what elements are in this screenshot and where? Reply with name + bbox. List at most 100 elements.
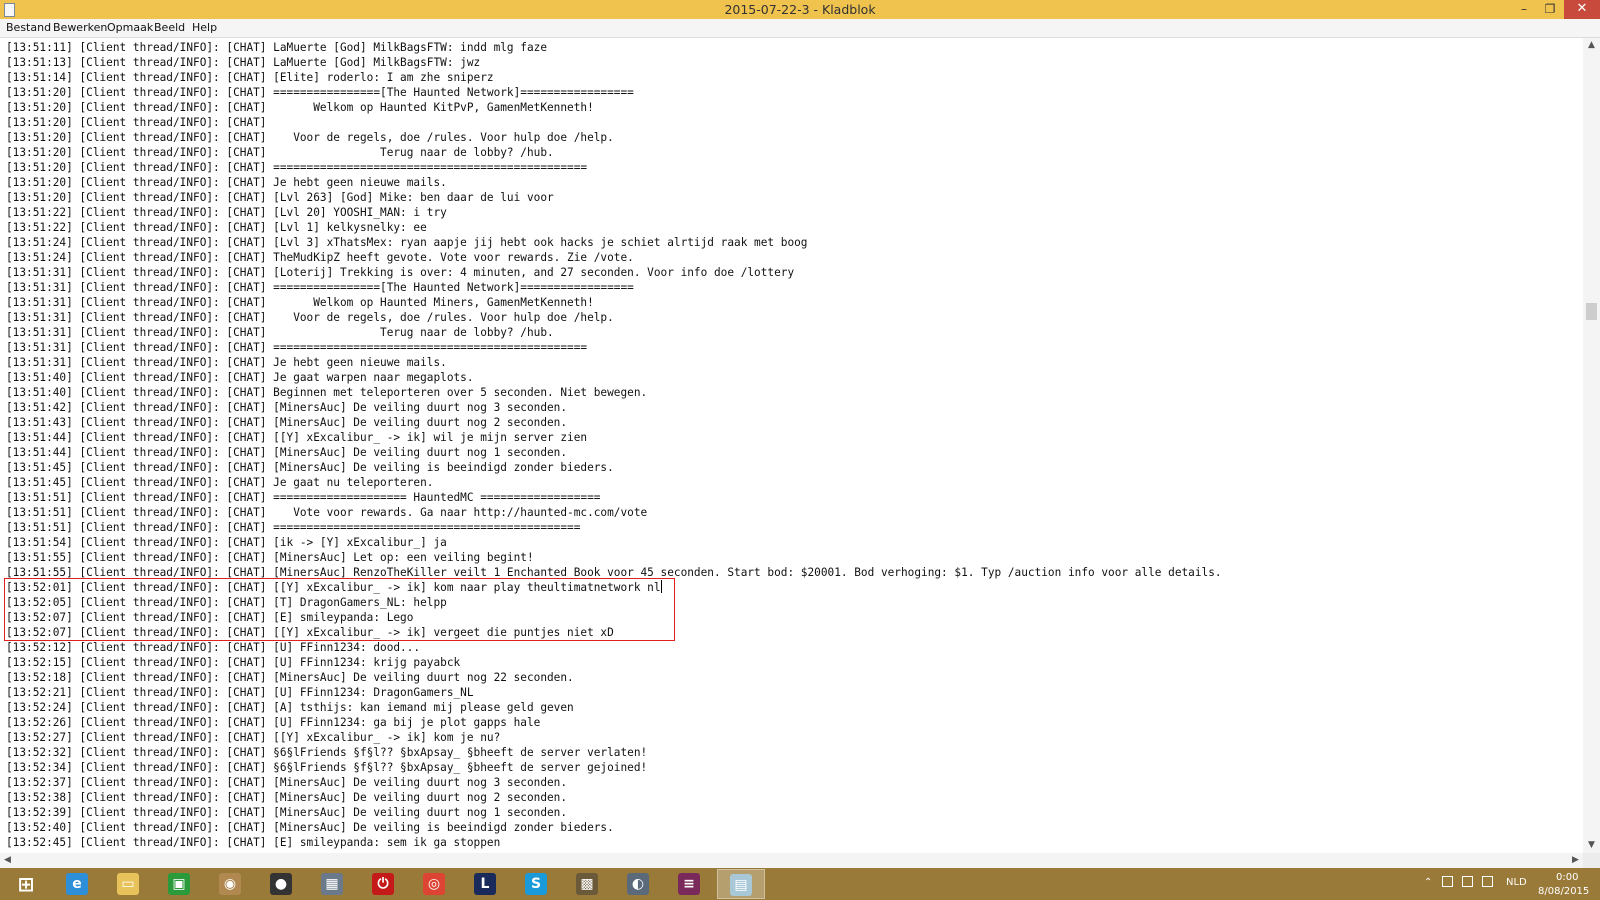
menu-bestand[interactable]: Bestand <box>6 21 51 34</box>
taskbar-chrome-button[interactable]: ◎ <box>411 869 459 899</box>
taskbar-app-6-button[interactable]: ● <box>258 869 306 899</box>
highlight-annotation <box>4 578 675 641</box>
text-line[interactable]: [13:51:13] [Client thread/INFO]: [CHAT] … <box>6 55 480 70</box>
text-line[interactable]: [13:51:20] [Client thread/INFO]: [CHAT] … <box>6 145 554 160</box>
app-6-icon: ● <box>270 873 292 895</box>
text-line[interactable]: [13:52:37] [Client thread/INFO]: [CHAT] … <box>6 775 567 790</box>
text-line[interactable]: [13:51:51] [Client thread/INFO]: [CHAT] … <box>6 520 580 535</box>
app-5-icon: ◉ <box>219 873 241 895</box>
text-line[interactable]: [13:51:44] [Client thread/INFO]: [CHAT] … <box>6 430 587 445</box>
volume-icon[interactable] <box>1482 876 1493 887</box>
scrollbar-corner <box>1583 853 1600 868</box>
menu-help[interactable]: Help <box>192 21 217 34</box>
vertical-scroll-thumb[interactable] <box>1586 303 1597 320</box>
taskbar-app-7-button[interactable]: ▦ <box>309 869 357 899</box>
text-line[interactable]: [13:52:45] [Client thread/INFO]: [CHAT] … <box>6 835 500 850</box>
text-line[interactable]: [13:51:20] [Client thread/INFO]: [CHAT] … <box>6 160 587 175</box>
text-line[interactable]: [13:52:24] [Client thread/INFO]: [CHAT] … <box>6 700 574 715</box>
text-line[interactable]: [13:52:34] [Client thread/INFO]: [CHAT] … <box>6 760 647 775</box>
text-line[interactable]: [13:51:54] [Client thread/INFO]: [CHAT] … <box>6 535 447 550</box>
text-line[interactable]: [13:51:24] [Client thread/INFO]: [CHAT] … <box>6 250 634 265</box>
text-line[interactable]: [13:51:45] [Client thread/INFO]: [CHAT] … <box>6 475 433 490</box>
window-title: 2015-07-22-3 - Kladblok <box>724 2 876 17</box>
scroll-left-arrow-icon[interactable]: ◀ <box>0 853 15 868</box>
taskbar-start-button[interactable]: ⊞ <box>3 869 51 899</box>
text-editor[interactable]: [13:51:11] [Client thread/INFO]: [CHAT] … <box>0 38 1583 853</box>
vertical-scrollbar[interactable]: ▲ ▼ <box>1583 38 1600 853</box>
scroll-right-arrow-icon[interactable]: ▶ <box>1568 853 1583 868</box>
title-bar[interactable]: 2015-07-22-3 - Kladblok – ❐ ✕ <box>0 0 1600 19</box>
text-line[interactable]: [13:51:31] [Client thread/INFO]: [CHAT] … <box>6 340 587 355</box>
tray-expand-icon[interactable]: ⌃ <box>1424 877 1432 888</box>
taskbar-internet-explorer-button[interactable]: e <box>54 869 102 899</box>
taskbar-minecraft-button[interactable]: ▩ <box>564 869 612 899</box>
network-icon[interactable] <box>1462 876 1473 887</box>
taskbar-file-explorer-button[interactable]: ▭ <box>105 869 153 899</box>
text-line[interactable]: [13:52:39] [Client thread/INFO]: [CHAT] … <box>6 805 567 820</box>
text-line[interactable]: [13:51:44] [Client thread/INFO]: [CHAT] … <box>6 445 567 460</box>
taskbar-league-of-legends-button[interactable]: L <box>462 869 510 899</box>
taskbar-app-5-button[interactable]: ◉ <box>207 869 255 899</box>
clock-date[interactable]: 8/08/2015 <box>1538 886 1589 897</box>
close-button[interactable]: ✕ <box>1564 0 1600 19</box>
app-13-icon: ◐ <box>627 873 649 895</box>
menu-opmaak[interactable]: Opmaak <box>107 21 153 34</box>
text-line[interactable]: [13:51:55] [Client thread/INFO]: [CHAT] … <box>6 550 534 565</box>
text-line[interactable]: [13:51:31] [Client thread/INFO]: [CHAT] … <box>6 310 614 325</box>
text-line[interactable]: [13:51:11] [Client thread/INFO]: [CHAT] … <box>6 40 547 55</box>
league-of-legends-icon: L <box>474 873 496 895</box>
text-line[interactable]: [13:52:21] [Client thread/INFO]: [CHAT] … <box>6 685 474 700</box>
text-line[interactable]: [13:51:31] [Client thread/INFO]: [CHAT] … <box>6 325 554 340</box>
taskbar-app-13-button[interactable]: ◐ <box>615 869 663 899</box>
text-line[interactable]: [13:51:51] [Client thread/INFO]: [CHAT] … <box>6 490 600 505</box>
horizontal-scrollbar[interactable]: ◀ ▶ <box>0 853 1583 868</box>
text-line[interactable]: [13:51:31] [Client thread/INFO]: [CHAT] … <box>6 295 594 310</box>
action-center-flag-icon[interactable] <box>1442 876 1453 887</box>
text-line[interactable]: [13:51:43] [Client thread/INFO]: [CHAT] … <box>6 415 567 430</box>
internet-explorer-icon: e <box>66 873 88 895</box>
text-line[interactable]: [13:51:20] [Client thread/INFO]: [CHAT] <box>6 115 266 130</box>
text-line[interactable]: [13:51:20] [Client thread/INFO]: [CHAT] … <box>6 130 614 145</box>
text-line[interactable]: [13:51:42] [Client thread/INFO]: [CHAT] … <box>6 400 567 415</box>
taskbar-skype-button[interactable]: S <box>513 869 561 899</box>
text-line[interactable]: [13:52:12] [Client thread/INFO]: [CHAT] … <box>6 640 420 655</box>
text-line[interactable]: [13:52:26] [Client thread/INFO]: [CHAT] … <box>6 715 540 730</box>
text-caret <box>661 580 662 593</box>
clock-time[interactable]: 0:00 <box>1556 872 1578 883</box>
taskbar-power-button[interactable]: ⏻ <box>360 869 408 899</box>
taskbar-winrar-button[interactable]: ≡ <box>666 869 714 899</box>
text-line[interactable]: [13:52:18] [Client thread/INFO]: [CHAT] … <box>6 670 574 685</box>
text-line[interactable]: [13:51:20] [Client thread/INFO]: [CHAT] … <box>6 190 554 205</box>
text-line[interactable]: [13:52:40] [Client thread/INFO]: [CHAT] … <box>6 820 614 835</box>
text-line[interactable]: [13:51:45] [Client thread/INFO]: [CHAT] … <box>6 460 614 475</box>
text-line[interactable]: [13:51:20] [Client thread/INFO]: [CHAT] … <box>6 175 447 190</box>
menu-beeld[interactable]: Beeld <box>154 21 185 34</box>
power-icon: ⏻ <box>372 873 394 895</box>
text-line[interactable]: [13:52:15] [Client thread/INFO]: [CHAT] … <box>6 655 460 670</box>
text-line[interactable]: [13:51:40] [Client thread/INFO]: [CHAT] … <box>6 370 474 385</box>
text-line[interactable]: [13:51:22] [Client thread/INFO]: [CHAT] … <box>6 220 427 235</box>
text-line[interactable]: [13:51:20] [Client thread/INFO]: [CHAT] … <box>6 100 594 115</box>
text-line[interactable]: [13:51:20] [Client thread/INFO]: [CHAT] … <box>6 85 634 100</box>
text-line[interactable]: [13:51:22] [Client thread/INFO]: [CHAT] … <box>6 205 447 220</box>
text-line[interactable]: [13:51:51] [Client thread/INFO]: [CHAT] … <box>6 505 647 520</box>
language-indicator[interactable]: NLD <box>1506 877 1527 888</box>
minimize-button[interactable]: – <box>1510 0 1538 19</box>
text-line[interactable]: [13:51:31] [Client thread/INFO]: [CHAT] … <box>6 280 634 295</box>
text-line[interactable]: [13:51:31] [Client thread/INFO]: [CHAT] … <box>6 265 794 280</box>
text-line[interactable]: [13:52:27] [Client thread/INFO]: [CHAT] … <box>6 730 500 745</box>
maximize-button[interactable]: ❐ <box>1536 0 1564 19</box>
notepad-icon: ▤ <box>730 874 752 896</box>
text-line[interactable]: [13:52:32] [Client thread/INFO]: [CHAT] … <box>6 745 647 760</box>
text-line[interactable]: [13:51:24] [Client thread/INFO]: [CHAT] … <box>6 235 807 250</box>
taskbar-store-button[interactable]: ▣ <box>156 869 204 899</box>
text-line[interactable]: [13:51:40] [Client thread/INFO]: [CHAT] … <box>6 385 647 400</box>
scroll-down-arrow-icon[interactable]: ▼ <box>1583 838 1600 853</box>
text-line[interactable]: [13:52:38] [Client thread/INFO]: [CHAT] … <box>6 790 567 805</box>
skype-icon: S <box>525 873 547 895</box>
text-line[interactable]: [13:51:14] [Client thread/INFO]: [CHAT] … <box>6 70 494 85</box>
text-line[interactable]: [13:51:31] [Client thread/INFO]: [CHAT] … <box>6 355 447 370</box>
taskbar-notepad-button[interactable]: ▤ <box>717 869 765 899</box>
scroll-up-arrow-icon[interactable]: ▲ <box>1583 38 1600 53</box>
menu-bewerken[interactable]: Bewerken <box>53 21 107 34</box>
